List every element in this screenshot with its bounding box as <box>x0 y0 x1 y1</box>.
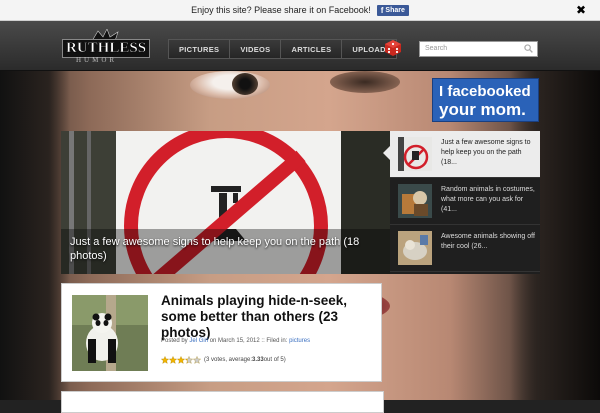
category-link[interactable]: pictures <box>289 338 310 344</box>
nav-articles[interactable]: ARTICLES <box>280 39 343 59</box>
next-post-card <box>61 391 384 413</box>
featured-title[interactable]: Just a few awesome signs to help keep yo… <box>70 235 380 263</box>
featured-slide[interactable]: Just a few awesome signs to help keep yo… <box>61 131 390 274</box>
facebook-share-bar: Enjoy this site? Please share it on Face… <box>0 0 600 21</box>
facebook-icon: f <box>380 5 384 15</box>
main-nav: PICTURES VIDEOS ARTICLES UPLOAD <box>168 39 397 59</box>
featured-list-item-title: Awesome animals showing off their cool (… <box>441 233 535 250</box>
ad-line-1: I facebooked <box>439 83 531 100</box>
close-icon[interactable]: ✖ <box>576 3 586 17</box>
star-icon[interactable] <box>161 356 169 364</box>
star-icon[interactable] <box>169 356 177 364</box>
random-dice-icon[interactable] <box>383 39 403 57</box>
ad-banner[interactable]: I facebooked your mom. <box>432 78 539 122</box>
star-icon[interactable] <box>185 356 193 364</box>
post-meta: Posted by Jel Girl on March 15, 2012 :: … <box>161 338 311 344</box>
featured-list-item-title: Just a few awesome signs to help keep yo… <box>441 139 531 166</box>
search-placeholder: Search <box>425 45 448 52</box>
post-card: Animals playing hide-n-seek, some better… <box>61 283 382 382</box>
site-header: RUTHLESS HUMOR PICTURES VIDEOS ARTICLES … <box>0 21 600 71</box>
featured-list: Just a few awesome signs to help keep yo… <box>390 131 540 274</box>
featured-list-item[interactable]: Awesome animals showing off their cool (… <box>390 225 540 272</box>
site-logo[interactable]: RUTHLESS HUMOR <box>62 29 151 65</box>
logo-subtext: HUMOR <box>76 56 118 64</box>
search-icon[interactable] <box>524 44 533 53</box>
share-label: Share <box>385 6 405 14</box>
post-rating: (3 votes, average: 3.33 out of 5) <box>161 356 286 364</box>
featured-list-item[interactable]: Random animals in costumes, what more ca… <box>390 178 540 225</box>
rating-stars[interactable] <box>161 356 201 364</box>
rating-average: 3.33 <box>252 357 264 363</box>
ad-line-2: your mom. <box>439 100 526 119</box>
post-title[interactable]: Animals playing hide-n-seek, some better… <box>161 293 376 341</box>
featured-list-item-title: Random animals in costumes, what more ca… <box>441 186 535 213</box>
nav-pictures[interactable]: PICTURES <box>168 39 231 59</box>
active-slide-pointer <box>383 146 390 160</box>
facebook-share-button[interactable]: f Share <box>376 4 409 16</box>
star-icon[interactable] <box>193 356 201 364</box>
thumbnail-image <box>398 137 432 171</box>
thumbnail-image <box>398 231 432 265</box>
author-link[interactable]: Jel Girl <box>189 338 208 344</box>
post-thumbnail[interactable] <box>72 295 148 371</box>
featured-list-item[interactable]: Just a few awesome signs to help keep yo… <box>390 131 540 178</box>
nav-videos[interactable]: VIDEOS <box>229 39 282 59</box>
share-bar-text: Enjoy this site? Please share it on Face… <box>191 5 371 15</box>
search-input[interactable]: Search <box>419 41 538 57</box>
star-icon[interactable] <box>177 356 185 364</box>
thumbnail-image <box>398 184 432 218</box>
